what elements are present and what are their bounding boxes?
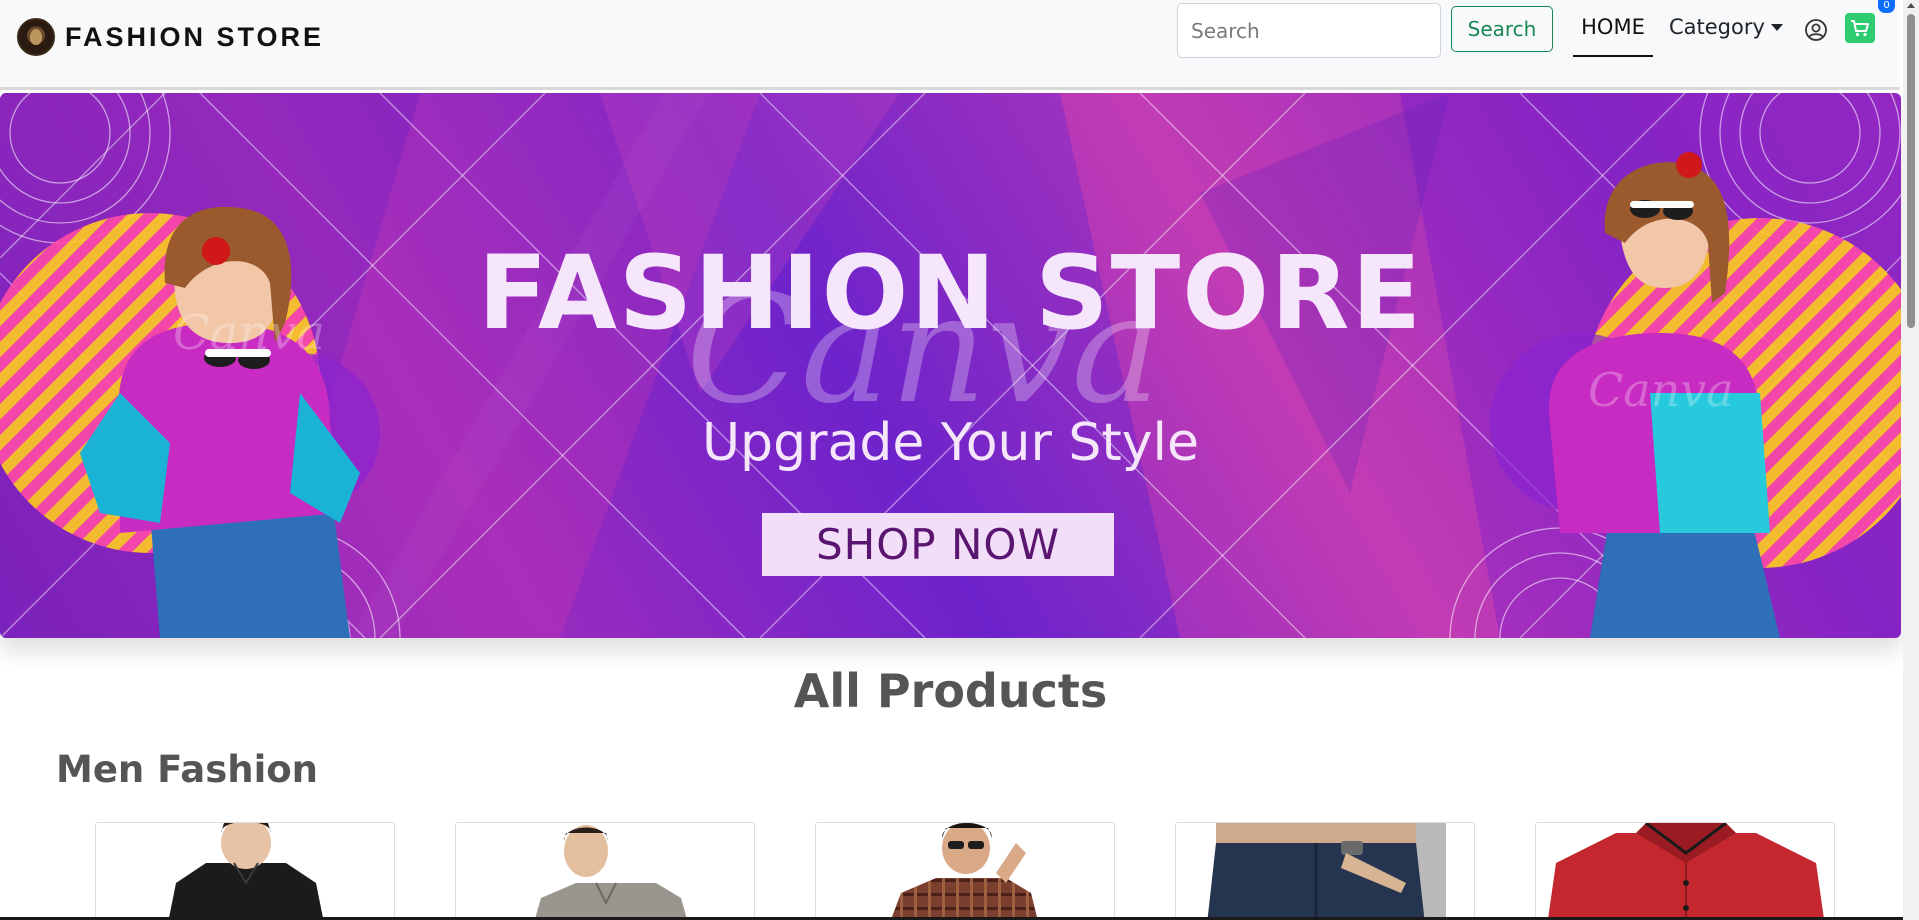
brand-logo (17, 18, 55, 56)
nav-category-dropdown[interactable]: Category (1669, 12, 1783, 42)
section-title: All Products (793, 664, 1108, 718)
product-image-grey-polo (456, 823, 754, 920)
scroll-thumb[interactable] (1907, 14, 1915, 328)
nav-home-link[interactable]: HOME (1573, 12, 1653, 57)
product-card[interactable] (815, 822, 1115, 920)
search-button[interactable]: Search (1451, 6, 1553, 52)
vertical-scrollbar[interactable] (1903, 0, 1919, 920)
cart-icon (1851, 20, 1869, 37)
caret-down-icon (1770, 23, 1783, 31)
product-image-black-shirt (96, 823, 394, 920)
user-circle-icon[interactable] (1804, 18, 1828, 42)
navbar: FASHION STORE Search HOME Category 0 (0, 0, 1900, 90)
hero-subtitle: Upgrade Your Style (702, 413, 1199, 473)
product-card[interactable] (1535, 822, 1835, 920)
brand-name: FASHION STORE (65, 21, 325, 52)
product-image-plaid-shirt (816, 823, 1114, 920)
scroll-up-arrow-icon[interactable] (1907, 3, 1915, 8)
cart-button[interactable] (1845, 13, 1875, 43)
nav-category-label: Category (1669, 15, 1765, 39)
cart-count-badge: 0 (1878, 0, 1895, 13)
category-title: Men Fashion (56, 748, 319, 791)
search-input[interactable] (1177, 3, 1441, 58)
brand[interactable]: FASHION STORE (17, 18, 324, 56)
shop-now-button[interactable]: SHOP NOW (762, 513, 1114, 576)
hero-banner[interactable]: Canva Canva Canva FASHION STORE Upgrade … (0, 93, 1901, 638)
product-image-red-shirt (1536, 823, 1834, 920)
product-card[interactable] (455, 822, 755, 920)
product-card[interactable] (1175, 822, 1475, 920)
product-image-jeans (1176, 823, 1474, 920)
watermark-right: Canva (1588, 363, 1734, 417)
product-card[interactable] (95, 822, 395, 920)
hero-title: FASHION STORE (477, 234, 1424, 353)
